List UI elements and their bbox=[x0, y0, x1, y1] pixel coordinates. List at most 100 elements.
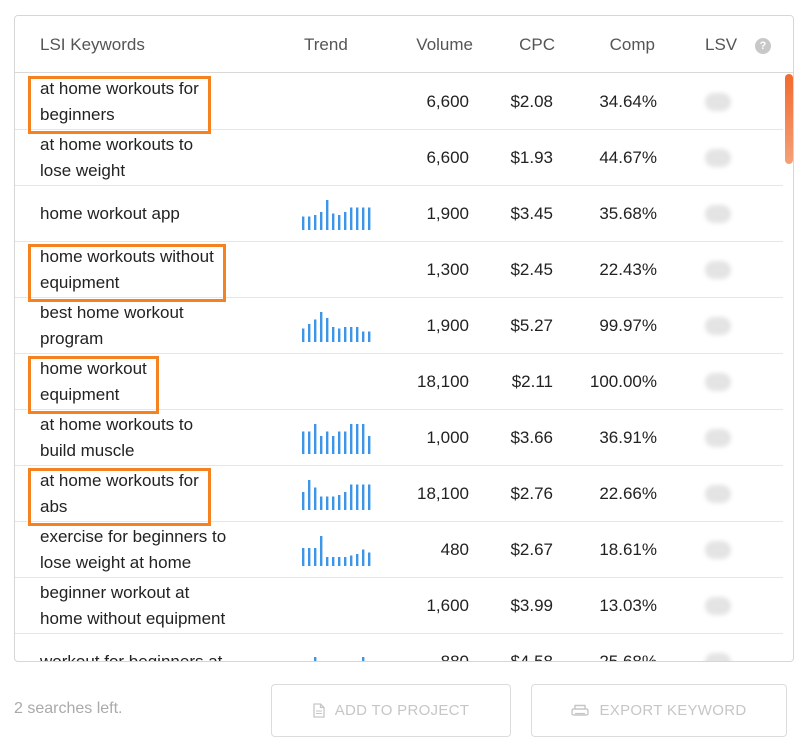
trend-bar bbox=[350, 555, 353, 566]
comp-cell: 35.68% bbox=[599, 204, 657, 223]
table-row[interactable]: home workout app 1,900 $3.45 35.68% bbox=[15, 186, 783, 242]
keyword-text: at home workouts to bbox=[40, 415, 194, 434]
header-lsv[interactable]: LSV bbox=[705, 35, 737, 55]
cpc-cell: $4.58 bbox=[510, 652, 553, 662]
volume-cell: 480 bbox=[440, 540, 469, 559]
comp-cell: 22.66% bbox=[599, 484, 657, 503]
trend-bar bbox=[302, 216, 305, 230]
table-row[interactable]: at home workouts to build muscle 1,000 $3.6… bbox=[15, 410, 783, 466]
keyword-text: home workout app bbox=[40, 204, 180, 223]
trend-bar bbox=[356, 207, 359, 230]
trend-bar bbox=[356, 554, 359, 566]
volume-cell: 18,100 bbox=[417, 484, 469, 503]
trend-bar bbox=[356, 327, 359, 342]
table-row[interactable]: home workouts without equipment 1,300 $2.45… bbox=[15, 242, 783, 302]
trend-bar bbox=[332, 213, 335, 230]
trend-bar bbox=[338, 431, 341, 454]
trend-sparkline bbox=[302, 480, 371, 510]
keyword-cell[interactable]: beginner workout at home without equipmen… bbox=[40, 580, 250, 632]
header-comp[interactable]: Comp bbox=[610, 35, 655, 55]
table-row[interactable]: home workout equipment 18,100 $2.11 100.00% bbox=[15, 354, 783, 414]
table-row[interactable]: workout for beginners at 880 $4.58 25.68% bbox=[15, 634, 783, 662]
trend-bar bbox=[314, 319, 317, 342]
comp-cell: 25.68% bbox=[599, 652, 657, 662]
add-to-project-button[interactable]: ADD TO PROJECT bbox=[271, 684, 511, 737]
header-trend: Trend bbox=[304, 35, 348, 54]
volume-cell: 1,900 bbox=[426, 204, 469, 223]
scrollbar-thumb[interactable] bbox=[785, 74, 793, 164]
trend-bar bbox=[314, 548, 317, 566]
comp-cell: 18.61% bbox=[599, 540, 657, 559]
cpc-cell: $2.67 bbox=[510, 540, 553, 559]
trend-bar bbox=[326, 496, 329, 510]
header-keywords[interactable]: LSI Keywords bbox=[40, 35, 145, 55]
cpc-cell: $3.66 bbox=[510, 428, 553, 447]
export-keyword-label: EXPORT KEYWORD bbox=[599, 702, 747, 719]
document-icon bbox=[313, 703, 325, 718]
trend-bar bbox=[356, 484, 359, 510]
trend-bar bbox=[320, 212, 323, 230]
table-header: LSI Keywords Trend Volume CPC Comp LSV ? bbox=[15, 16, 793, 73]
trend-bar bbox=[332, 496, 335, 510]
keyword-cell[interactable]: exercise for beginners to lose weight at … bbox=[40, 524, 250, 576]
trend-bar bbox=[308, 548, 311, 566]
keyword-text: lose weight bbox=[40, 161, 126, 180]
table-row[interactable]: at home workouts to lose weight 6,600 $1.93… bbox=[15, 130, 783, 186]
trend-bar bbox=[362, 657, 365, 661]
lsv-blurred-value bbox=[705, 93, 731, 111]
trend-bar bbox=[308, 431, 311, 454]
highlight-box bbox=[28, 468, 211, 526]
trend-bar bbox=[308, 324, 311, 342]
volume-cell: 880 bbox=[440, 652, 469, 662]
cpc-cell: $2.45 bbox=[510, 260, 553, 279]
trend-bar bbox=[302, 548, 305, 566]
trend-bar bbox=[314, 487, 317, 510]
trend-bar bbox=[368, 207, 371, 230]
trend-bar bbox=[326, 557, 329, 566]
lsv-blurred-value bbox=[705, 653, 731, 661]
lsv-blurred-value bbox=[705, 205, 731, 223]
cpc-cell: $1.93 bbox=[510, 148, 553, 167]
add-to-project-label: ADD TO PROJECT bbox=[334, 702, 470, 719]
table-row[interactable]: best home workout program 1,900 $5.27 99.97% bbox=[15, 298, 783, 354]
table-row[interactable]: beginner workout at home without equipmen… bbox=[15, 578, 783, 634]
trend-bar bbox=[308, 216, 311, 230]
trend-bar bbox=[320, 312, 323, 342]
keyword-cell[interactable]: at home workouts to lose weight bbox=[40, 132, 250, 184]
trend-bar bbox=[368, 436, 371, 454]
keyword-text: lose weight at home bbox=[40, 553, 192, 572]
header-volume[interactable]: Volume bbox=[416, 35, 473, 55]
comp-cell: 44.67% bbox=[599, 148, 657, 167]
keyword-cell[interactable]: at home workouts to build muscle bbox=[40, 412, 250, 464]
trend-bar bbox=[332, 327, 335, 342]
volume-cell: 6,600 bbox=[426, 148, 469, 167]
export-keyword-button[interactable]: EXPORT KEYWORD bbox=[531, 684, 787, 737]
trend-bar bbox=[350, 424, 353, 454]
keyword-cell[interactable]: home workout app bbox=[40, 188, 250, 240]
table-row[interactable]: at home workouts for beginners 6,600 $2.08 3… bbox=[15, 74, 783, 134]
trend-bar bbox=[338, 557, 341, 566]
trend-bar bbox=[332, 557, 335, 566]
keyword-cell[interactable]: best home workout program bbox=[40, 300, 250, 352]
lsv-blurred-value bbox=[705, 429, 731, 447]
trend-bar bbox=[338, 215, 341, 230]
trend-sparkline bbox=[302, 424, 371, 454]
question-circle-icon[interactable]: ? bbox=[755, 38, 771, 54]
trend-bar bbox=[362, 484, 365, 510]
keyword-text: best home workout bbox=[40, 303, 184, 322]
volume-cell: 1,600 bbox=[426, 596, 469, 615]
comp-cell: 22.43% bbox=[599, 260, 657, 279]
searches-left-text: 2 searches left. bbox=[14, 700, 123, 717]
keyword-text: at home workouts to bbox=[40, 135, 194, 154]
lsv-blurred-value bbox=[705, 317, 731, 335]
table-row[interactable]: at home workouts for abs 18,100 $2.76 22.66% bbox=[15, 466, 783, 526]
table-row[interactable]: exercise for beginners to lose weight at … bbox=[15, 522, 783, 578]
comp-cell: 99.97% bbox=[599, 316, 657, 335]
printer-icon bbox=[571, 704, 590, 716]
table-body: workout for beginners at 880 $4.58 25.68% be… bbox=[15, 74, 793, 662]
volume-cell: 6,600 bbox=[426, 92, 469, 111]
header-cpc[interactable]: CPC bbox=[519, 35, 555, 55]
scrollbar-track[interactable] bbox=[783, 74, 793, 661]
keyword-cell[interactable]: workout for beginners at bbox=[40, 636, 250, 661]
cpc-cell: $3.45 bbox=[510, 204, 553, 223]
